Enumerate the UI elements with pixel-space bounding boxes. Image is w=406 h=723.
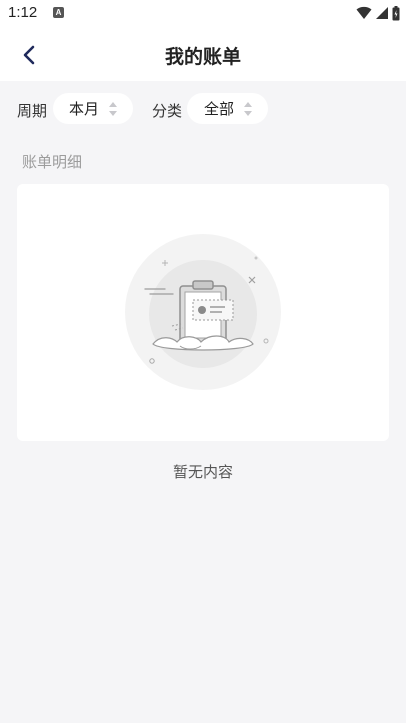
period-value: 本月 — [69, 100, 100, 118]
empty-clipboard-icon — [125, 234, 281, 390]
bill-list-card — [17, 184, 389, 441]
app-header: 我的账单 — [0, 28, 406, 81]
status-time: 1:12 — [8, 4, 38, 21]
status-icons — [356, 5, 400, 21]
sort-arrows-icon — [244, 102, 252, 116]
filter-bar: 周期 本月 分类 全部 — [0, 90, 406, 128]
page-title: 我的账单 — [164, 46, 241, 68]
section-title: 账单明细 — [22, 153, 83, 171]
period-selector[interactable]: 本月 — [53, 93, 133, 124]
category-selector[interactable]: 全部 — [187, 93, 268, 124]
empty-state-text: 暂无内容 — [172, 463, 233, 481]
sort-arrows-icon — [109, 102, 117, 116]
period-label: 周期 — [17, 102, 48, 120]
notification-app-icon: A — [53, 7, 64, 18]
status-bar: 1:12 A — [0, 0, 406, 28]
battery-icon — [392, 5, 400, 20]
cellular-signal-icon — [376, 7, 388, 19]
category-label: 分类 — [152, 102, 183, 120]
wifi-icon — [356, 6, 372, 19]
category-value: 全部 — [204, 100, 235, 118]
